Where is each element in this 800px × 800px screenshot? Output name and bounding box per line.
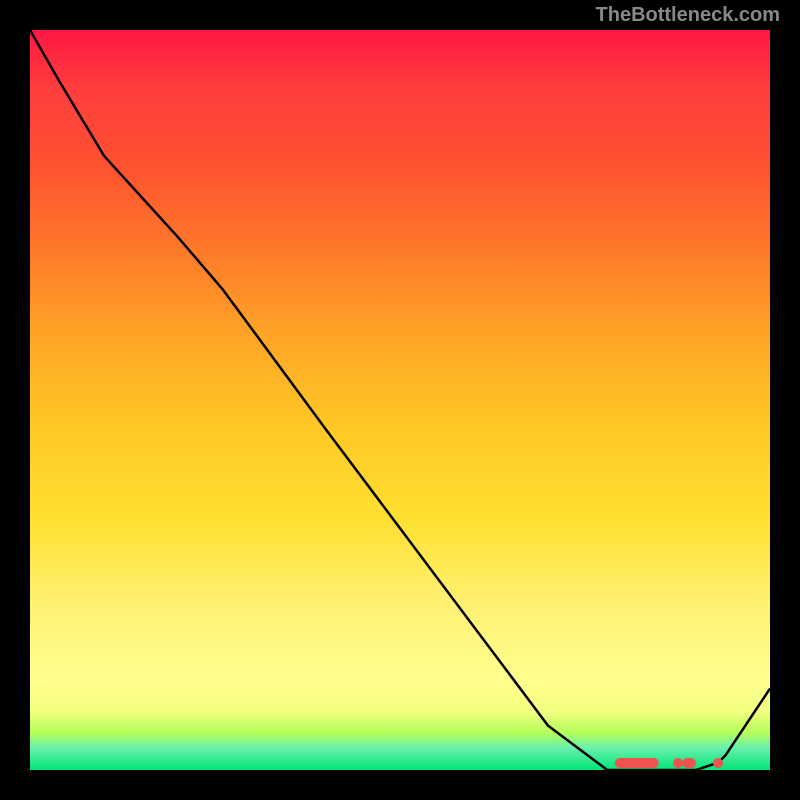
marker-dot <box>682 758 696 768</box>
chart-plot-area <box>30 30 770 770</box>
line-curve <box>30 30 770 770</box>
watermark-text: TheBottleneck.com <box>596 4 780 27</box>
marker-dot <box>713 758 723 768</box>
curve-path <box>30 30 770 770</box>
marker-pill <box>615 758 659 768</box>
